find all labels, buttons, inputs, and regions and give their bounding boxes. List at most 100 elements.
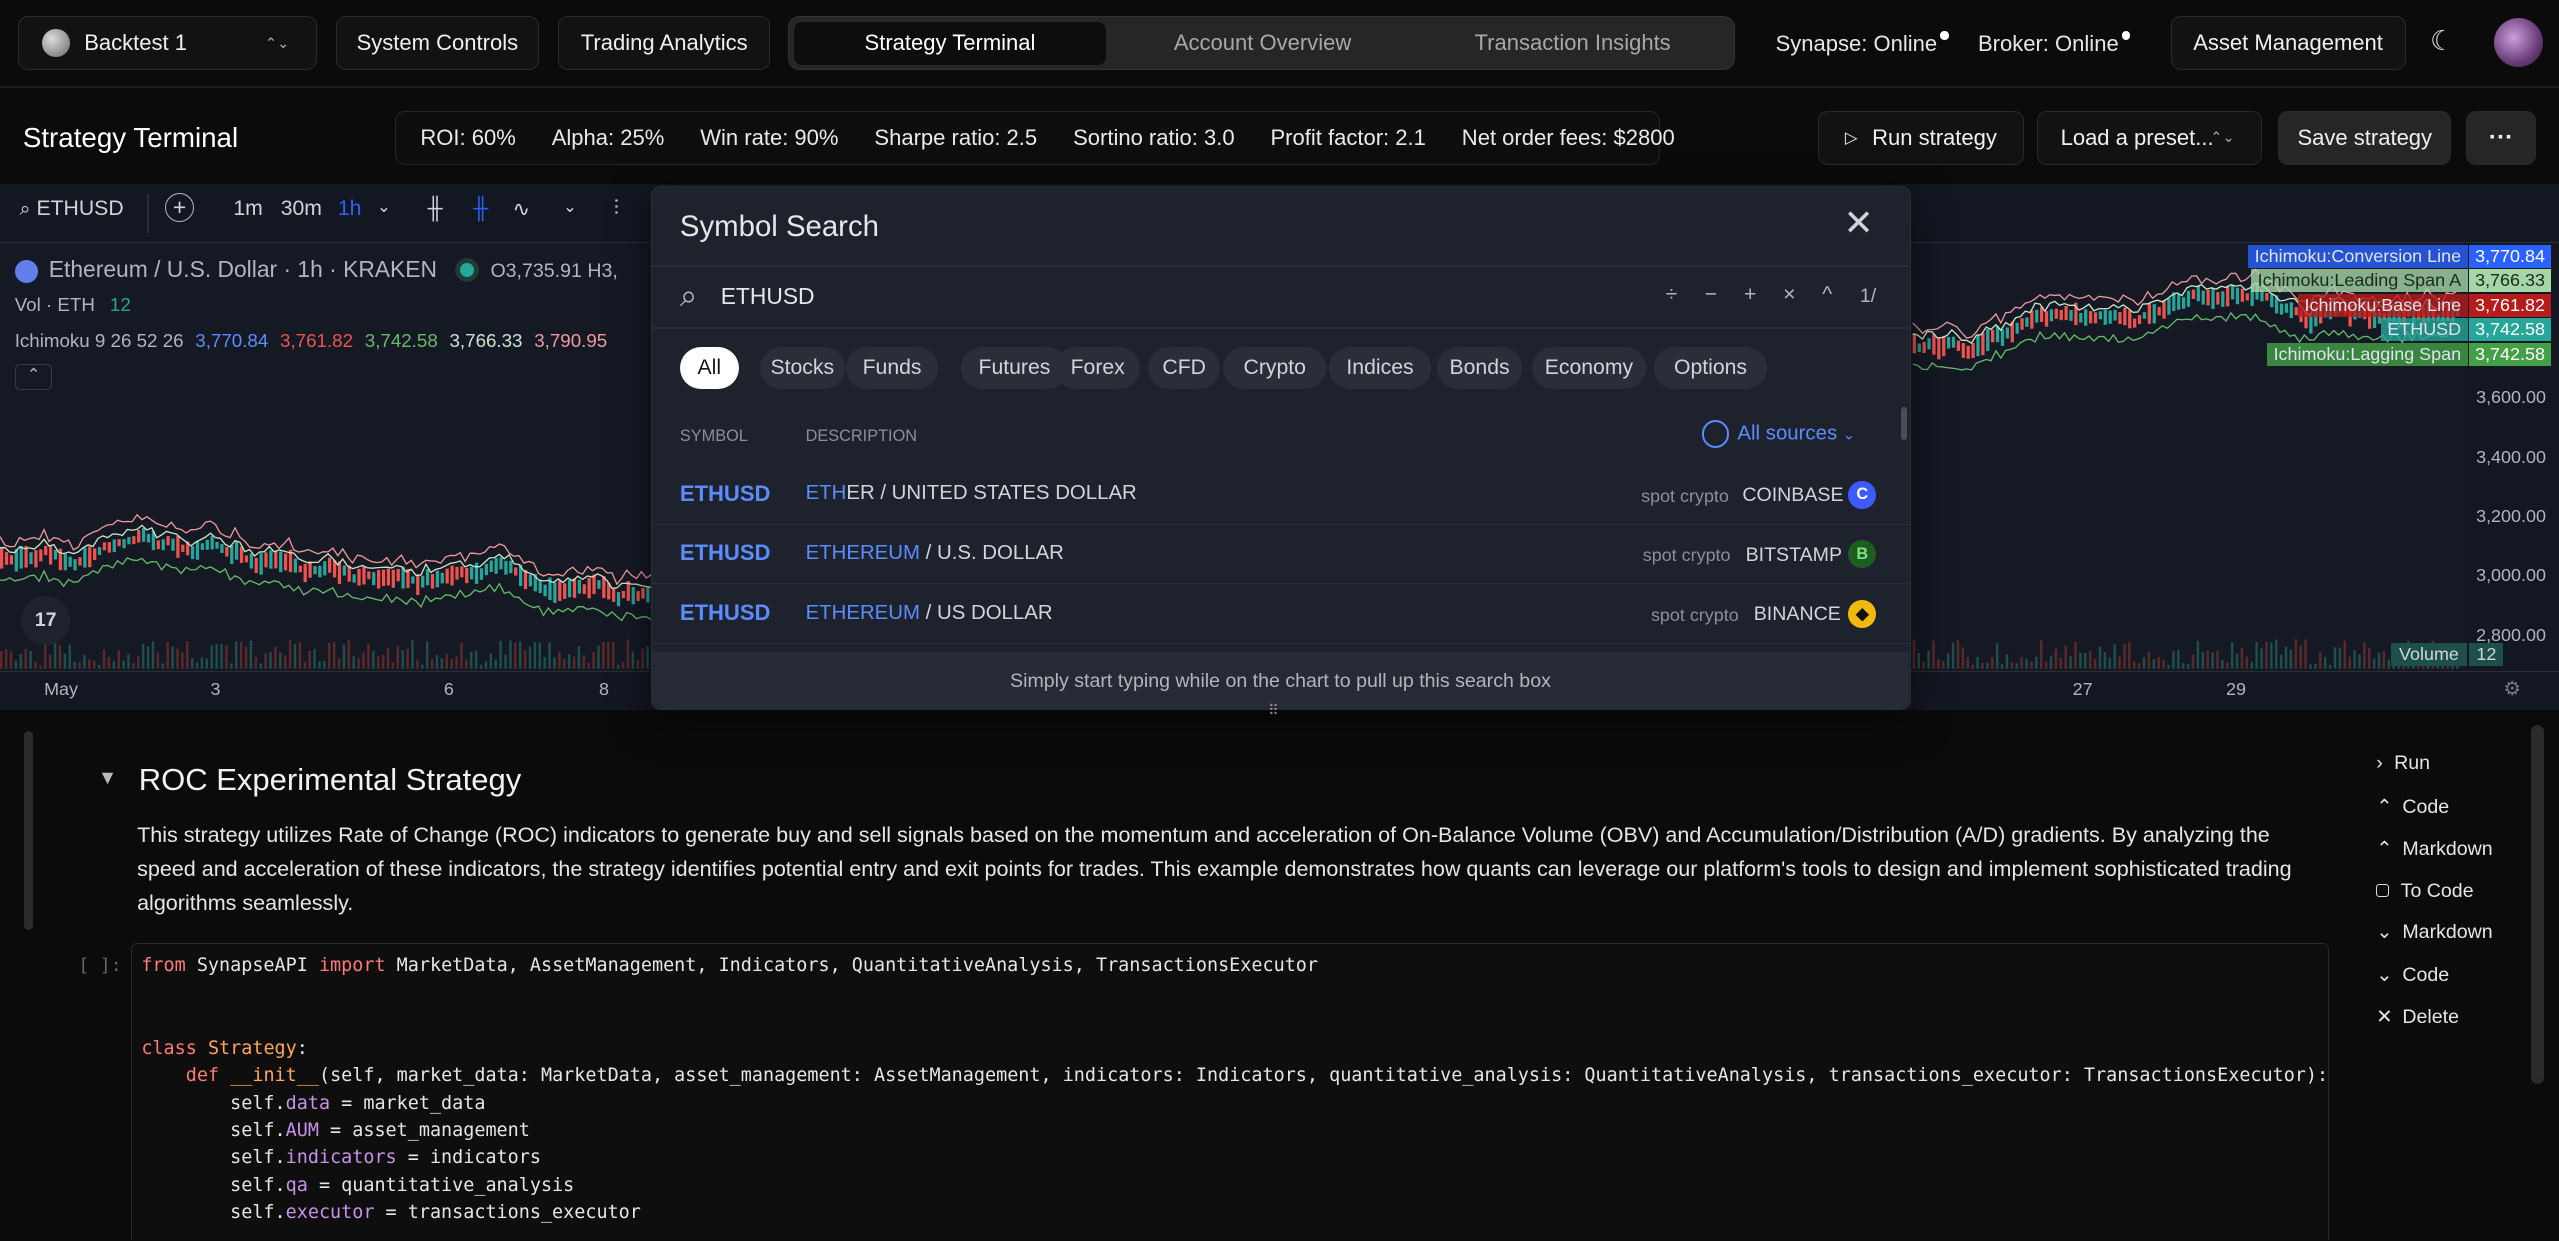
volume-bar: [1966, 657, 1970, 670]
price-tag-value: 3,766.33: [2469, 269, 2551, 293]
candle: [181, 545, 185, 553]
filter-funds[interactable]: Funds: [846, 346, 938, 390]
volume-bar: [107, 657, 111, 670]
add-markdown-below-button[interactable]: ⌄ Markdown: [2376, 920, 2493, 944]
volume-bar: [592, 652, 595, 670]
symbol-search-input[interactable]: ETHUSD: [721, 283, 1635, 310]
reciprocal-label[interactable]: 1/: [1860, 285, 1876, 308]
result-exchange: BINANCE: [1753, 603, 1841, 626]
multiply-icon[interactable]: ×: [1783, 283, 1795, 307]
filter-economy[interactable]: Economy: [1531, 346, 1647, 390]
volume-bar: [205, 658, 209, 670]
cell-description: This strategy utilizes Rate of Change (R…: [137, 823, 2292, 916]
collapse-legend-button[interactable]: ⌃: [14, 363, 53, 391]
square-icon: [2376, 883, 2390, 897]
more-options-button[interactable]: ···: [2465, 110, 2537, 165]
avatar[interactable]: [2493, 17, 2543, 67]
exchange-logo-icon: C: [1848, 480, 1877, 509]
divide-icon[interactable]: ÷: [1666, 283, 1678, 307]
candle: [2181, 297, 2186, 310]
delete-cell-button[interactable]: ✕ Delete: [2376, 1005, 2459, 1029]
settings-gear-icon[interactable]: ⚙: [2503, 677, 2521, 701]
volume-bar: [93, 661, 96, 670]
symbol-search-dialog: Symbol Search ✕ ⌕ ETHUSD ÷ − + × ^ 1/ Al…: [651, 186, 1912, 710]
volume-bar: [430, 659, 434, 670]
candle: [582, 584, 586, 595]
cell-title: ROC Experimental Strategy: [138, 762, 522, 798]
chevron-down-icon: ⌄: [2376, 963, 2393, 986]
candle: [1932, 334, 1936, 356]
results-scrollbar[interactable]: [1900, 407, 1908, 440]
filter-forex[interactable]: Forex: [1055, 346, 1141, 390]
code-cell[interactable]: from SynapseAPI import MarketData, Asset…: [130, 943, 2329, 1241]
volume-bar: [445, 654, 448, 670]
tab-strategy-terminal[interactable]: Strategy Terminal: [794, 22, 1106, 65]
all-sources-select[interactable]: All sources ⌄: [1701, 420, 1855, 449]
candle: [2216, 292, 2220, 305]
candle: [2206, 290, 2210, 306]
search-result-row[interactable]: ETHUSD ETHEREUM / US DOLLAR spot crypto …: [652, 585, 1909, 644]
candle: [1927, 338, 1931, 350]
candle: [2059, 310, 2063, 321]
search-result-row[interactable]: ETHUSD ETHEREUM / U.S. DOLLAR spot crypt…: [652, 526, 1909, 585]
trading-analytics-button[interactable]: Trading Analytics: [558, 16, 771, 71]
notebook-scroll-right[interactable]: [2531, 724, 2545, 1084]
candle: [376, 570, 381, 589]
candle: [9, 555, 14, 565]
notebook-scroll-left[interactable]: [24, 731, 33, 931]
filter-cfd[interactable]: CFD: [1148, 346, 1221, 390]
volume-bar: [2309, 664, 2312, 670]
add-code-above-button[interactable]: ⌃ Code: [2376, 795, 2449, 819]
save-strategy-button[interactable]: Save strategy: [2278, 110, 2452, 165]
candle: [230, 545, 234, 565]
candle: [1976, 335, 1980, 357]
filter-bonds[interactable]: Bonds: [1437, 346, 1522, 390]
price-tag-label: Ichimoku:Base Line: [2298, 293, 2468, 317]
candle: [2152, 304, 2156, 324]
volume-bar: [563, 659, 566, 670]
backtest-icon: [41, 29, 70, 58]
volume-bar: [1991, 657, 1994, 670]
filter-indices[interactable]: Indices: [1329, 346, 1431, 390]
minus-icon[interactable]: −: [1705, 283, 1717, 307]
asset-management-button[interactable]: Asset Management: [2170, 16, 2406, 71]
ohlc-values: O3,735.91 H3,: [490, 260, 618, 283]
candle: [528, 575, 533, 587]
candle: [259, 553, 263, 576]
candle: [318, 566, 322, 578]
filter-stocks[interactable]: Stocks: [759, 346, 845, 390]
backtest-label: Backtest 1: [84, 30, 187, 56]
stat-sharpe: Sharpe ratio: 2.5: [874, 124, 1038, 150]
system-controls-button[interactable]: System Controls: [336, 16, 539, 71]
resize-handle-icon[interactable]: ⠿: [1268, 702, 1279, 719]
tab-account-overview[interactable]: Account Overview: [1107, 22, 1417, 64]
volume-bar: [1937, 659, 1940, 670]
volume-bar: [186, 641, 189, 670]
candle: [2123, 308, 2127, 326]
search-result-row[interactable]: ETHUSD ETHER / UNITED STATES DOLLAR spot…: [652, 466, 1909, 525]
collapse-caret-icon[interactable]: ▼: [98, 767, 117, 790]
run-cell-button[interactable]: › Run: [2376, 752, 2430, 775]
filter-futures[interactable]: Futures: [960, 346, 1069, 390]
to-code-button[interactable]: To Code: [2376, 880, 2474, 903]
volume-bar: [53, 640, 57, 670]
filter-crypto[interactable]: Crypto: [1223, 346, 1327, 390]
power-icon[interactable]: ^: [1822, 283, 1832, 307]
run-strategy-button[interactable]: ▷ Run strategy: [1818, 110, 2024, 165]
volume-bar: [269, 652, 272, 670]
volume-bar: [1927, 651, 1930, 670]
volume-bar: [132, 663, 135, 670]
filter-options[interactable]: Options: [1654, 346, 1767, 390]
theme-toggle-icon[interactable]: ☾: [2430, 24, 2455, 57]
plus-icon[interactable]: +: [1744, 283, 1756, 307]
volume-legend: Vol · ETH 12: [15, 294, 131, 316]
filter-all[interactable]: All: [679, 346, 739, 390]
tab-transaction-insights[interactable]: Transaction Insights: [1418, 22, 1728, 64]
load-preset-select[interactable]: Load a preset... ⌃⌄: [2036, 110, 2262, 165]
candle: [342, 565, 346, 576]
candle: [2118, 312, 2122, 325]
backtest-select[interactable]: Backtest 1 ⌃⌄: [17, 16, 317, 71]
add-markdown-above-button[interactable]: ⌃ Markdown: [2376, 837, 2493, 861]
add-code-below-button[interactable]: ⌄ Code: [2376, 963, 2449, 987]
close-icon[interactable]: ✕: [1844, 203, 1874, 244]
